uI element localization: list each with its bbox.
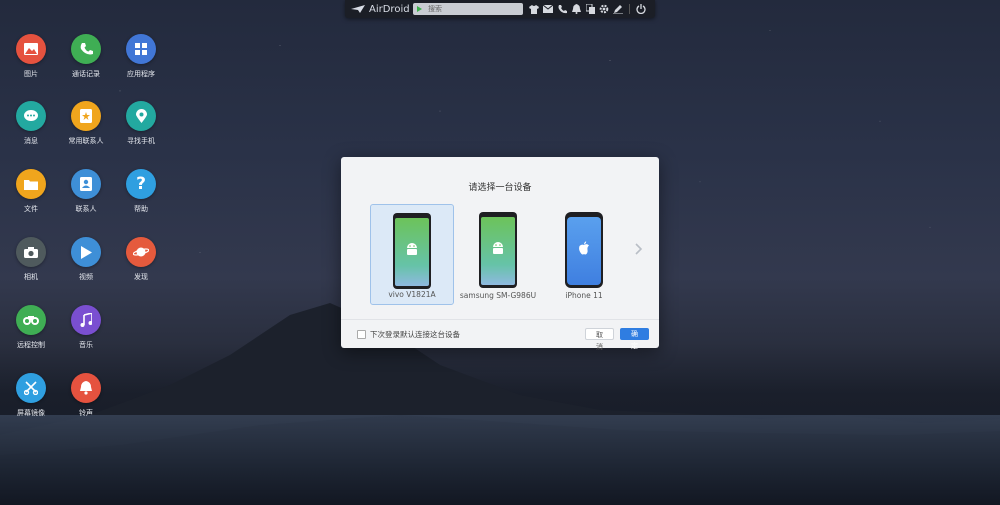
device-option-samsung[interactable]: samsung SM-G986U <box>456 204 540 305</box>
discover-icon <box>126 237 156 267</box>
music-icon <box>71 305 101 335</box>
desktop-icon-label: 远程控制 <box>17 341 45 349</box>
desktop-icon-music[interactable]: 音乐 <box>60 305 112 350</box>
copy-icon[interactable] <box>583 2 597 16</box>
top-toolbar: AirDroid 搜索 <box>345 0 655 18</box>
desktop-icon-call-log[interactable]: 通话记录 <box>60 34 112 79</box>
find-phone-icon <box>126 101 156 131</box>
desktop-icon-label: 发现 <box>134 273 148 281</box>
desktop-icon-label: 通话记录 <box>72 70 100 78</box>
desktop-icon-help[interactable]: ? 帮助 <box>115 169 167 214</box>
desktop-icon-label: 视频 <box>79 273 93 281</box>
play-store-icon <box>417 6 422 12</box>
desktop-icon-label: 常用联系人 <box>68 137 104 145</box>
picture-icon <box>16 34 46 64</box>
dialog-footer: 下次登录默认连接这台设备 取消 确定 <box>341 319 659 351</box>
call-log-icon <box>71 34 101 64</box>
desktop-icon-label: 消息 <box>24 137 38 145</box>
default-device-checkbox[interactable] <box>357 330 366 339</box>
ok-button[interactable]: 确定 <box>620 328 649 350</box>
power-icon[interactable] <box>634 2 648 16</box>
cancel-button[interactable]: 取消 <box>585 328 614 351</box>
device-option-iphone[interactable]: iPhone 11 <box>542 204 626 305</box>
desktop-icon-label: 铃声 <box>79 409 93 417</box>
desktop-icon-files[interactable]: 文件 <box>5 169 57 214</box>
desktop-icon-label: 文件 <box>24 205 38 213</box>
message-icon <box>16 101 46 131</box>
device-option-vivo[interactable]: vivo V1821A <box>370 204 454 305</box>
wallpaper-lake <box>0 415 1000 505</box>
android-icon <box>407 243 417 255</box>
desktop-icon-label: 应用程序 <box>127 70 155 78</box>
android-phone-image <box>479 212 517 288</box>
ringtone-icon <box>71 373 101 403</box>
desktop-icon-favorite-contacts[interactable]: 常用联系人 <box>60 101 112 146</box>
dialog-title: 请选择一台设备 <box>468 183 532 193</box>
airdroid-logo[interactable]: AirDroid <box>345 4 411 15</box>
desktop-icon-video[interactable]: 视频 <box>60 237 112 282</box>
android-icon <box>493 242 503 254</box>
chevron-right-icon[interactable] <box>635 243 643 259</box>
desktop-icon-contacts[interactable]: 联系人 <box>60 169 112 214</box>
desktop-icon-pictures[interactable]: 图片 <box>5 34 57 79</box>
remote-control-icon <box>16 305 46 335</box>
desktop-icon-label: 寻找手机 <box>127 137 155 145</box>
search-input[interactable]: 搜索 <box>413 3 523 15</box>
select-device-dialog: 请选择一台设备 vivo V1821A samsung SM-G986U iPh… <box>341 157 659 351</box>
search-placeholder: 搜索 <box>428 5 442 13</box>
folder-icon <box>16 169 46 199</box>
desktop-icon-apps[interactable]: 应用程序 <box>115 34 167 79</box>
device-name: iPhone 11 <box>565 291 603 300</box>
desktop-icon-camera[interactable]: 相机 <box>5 237 57 282</box>
paper-plane-icon <box>351 5 365 13</box>
iphone-image <box>565 212 603 288</box>
desktop-icon-label: 屏幕镜像 <box>17 409 45 417</box>
desktop-icon-screen-mirror[interactable]: 屏幕镜像 <box>5 373 57 418</box>
default-device-checkbox-label[interactable]: 下次登录默认连接这台设备 <box>370 329 460 340</box>
toolbar-divider <box>629 4 630 14</box>
desktop-icon-remote-control[interactable]: 远程控制 <box>5 305 57 350</box>
apple-icon <box>579 241 589 255</box>
mail-icon[interactable] <box>541 2 555 16</box>
desktop-icon-label: 联系人 <box>75 205 97 213</box>
bell-icon[interactable] <box>569 2 583 16</box>
favorite-contacts-icon <box>71 101 101 131</box>
scissors-icon <box>16 373 46 403</box>
logo-text: AirDroid <box>369 3 410 15</box>
gear-icon[interactable] <box>597 2 611 16</box>
desktop-icon-label: 音乐 <box>79 341 93 349</box>
pen-icon[interactable] <box>611 2 625 16</box>
desktop-icon-messages[interactable]: 消息 <box>5 101 57 146</box>
phone-icon[interactable] <box>555 2 569 16</box>
android-phone-image <box>393 213 431 289</box>
help-icon: ? <box>126 169 156 199</box>
desktop-icon-discover[interactable]: 发现 <box>115 237 167 282</box>
apps-icon <box>126 34 156 64</box>
contacts-icon <box>71 169 101 199</box>
video-icon <box>71 237 101 267</box>
camera-icon <box>16 237 46 267</box>
desktop-icon-label: 图片 <box>24 70 38 78</box>
desktop-icon-label: 帮助 <box>134 205 148 213</box>
desktop-icon-find-phone[interactable]: 寻找手机 <box>115 101 167 146</box>
tshirt-icon[interactable] <box>527 2 541 16</box>
desktop-icon-label: 相机 <box>24 273 38 281</box>
desktop-icon-ringtone[interactable]: 铃声 <box>60 373 112 418</box>
